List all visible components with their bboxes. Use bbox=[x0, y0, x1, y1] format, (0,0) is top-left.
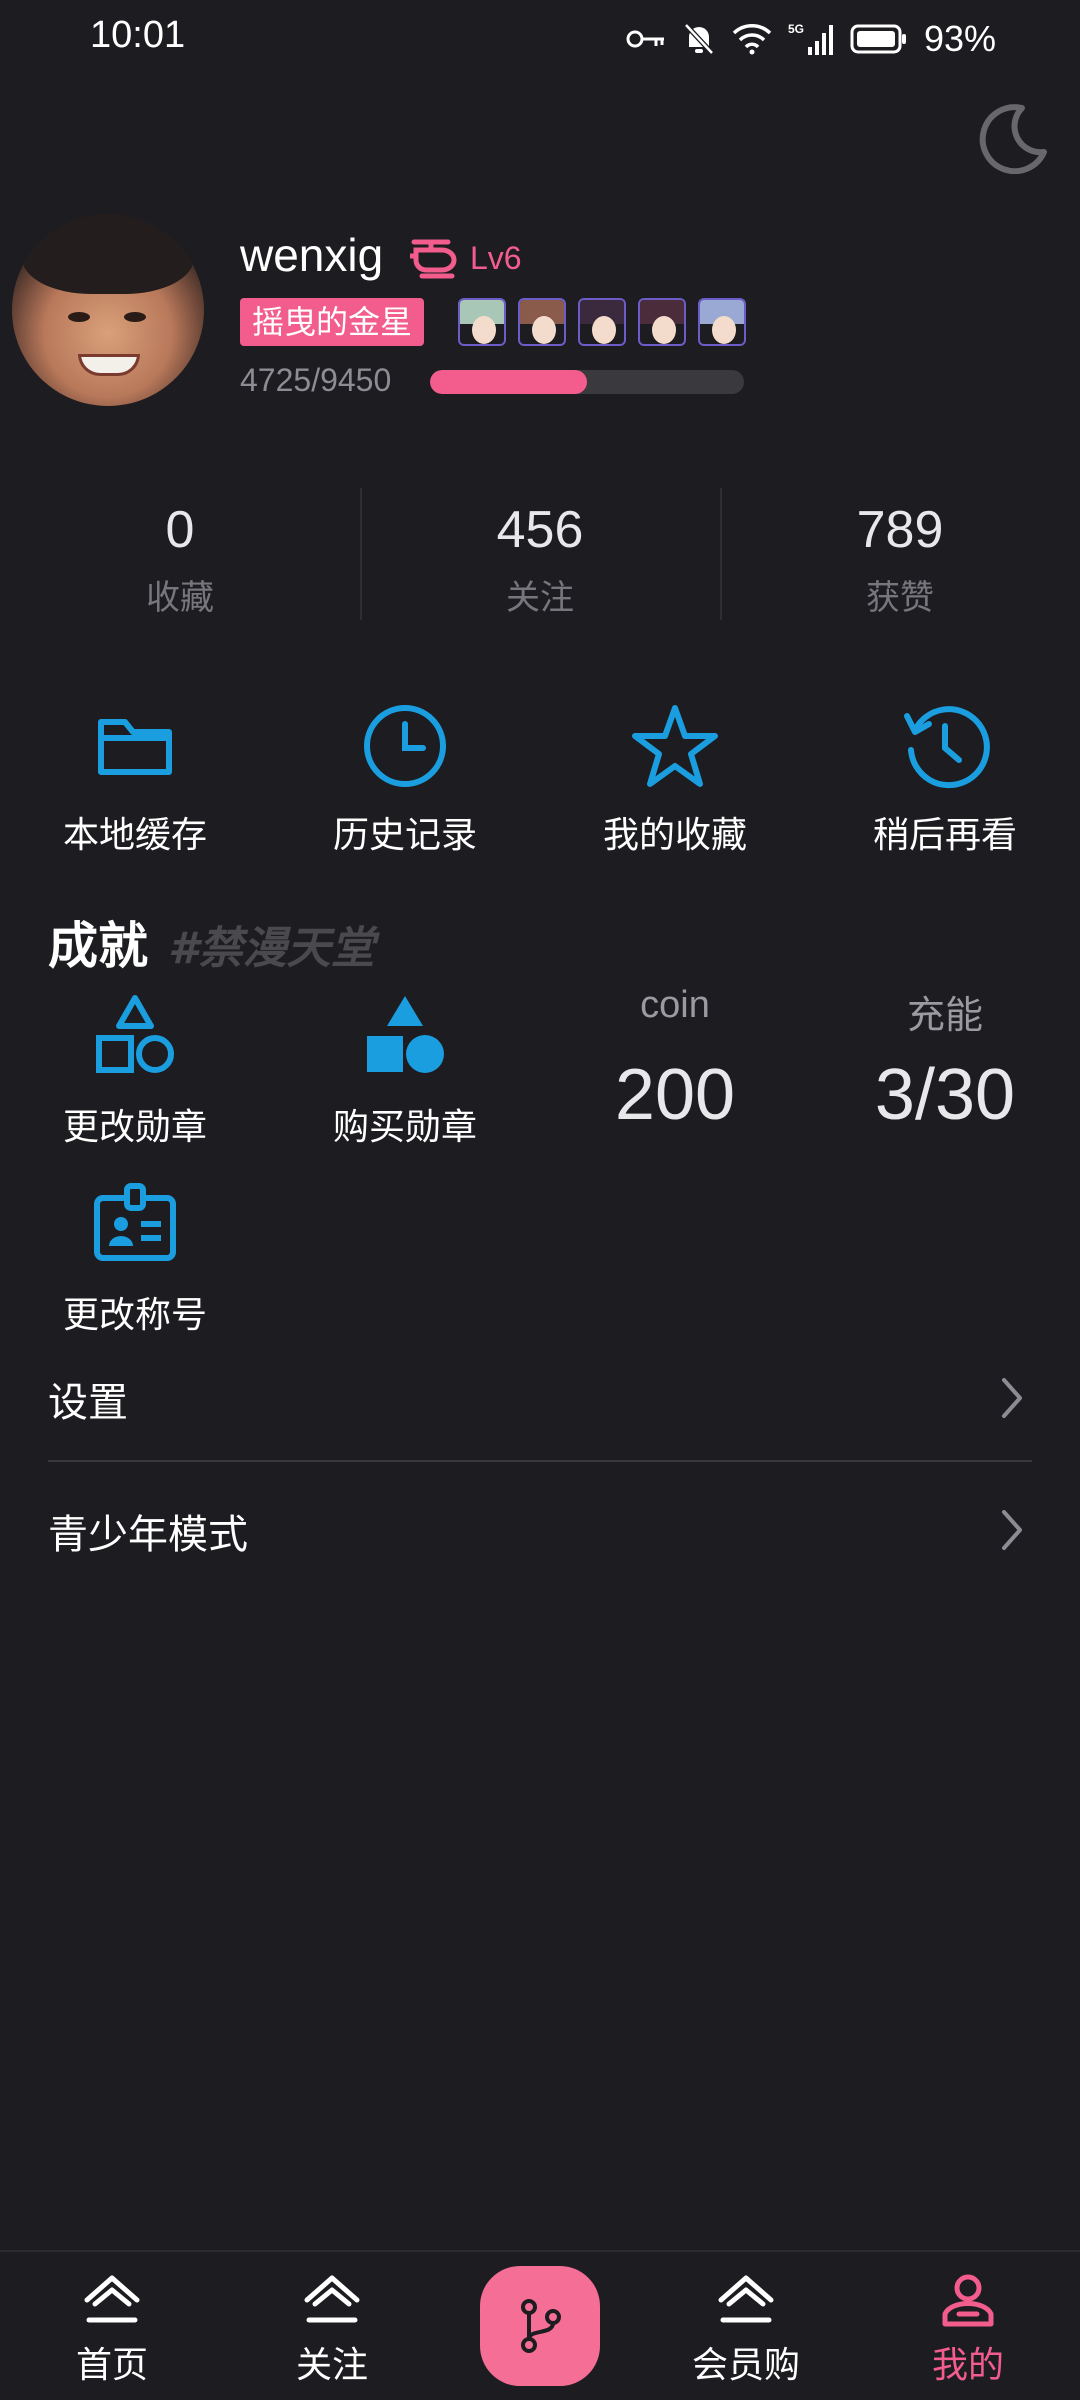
nav-follow[interactable]: 关注 bbox=[232, 2252, 432, 2400]
nav-label: 会员购 bbox=[691, 2345, 800, 2386]
quick-watch-later[interactable]: 稍后再看 bbox=[810, 700, 1080, 858]
status-time: 10:01 bbox=[90, 14, 186, 56]
stat-value: 0 bbox=[165, 501, 195, 559]
quick-label: 历史记录 bbox=[332, 815, 477, 856]
quick-label: 我的收藏 bbox=[602, 815, 747, 856]
exp-progress-fill bbox=[430, 370, 587, 394]
profile-page: 10:01 5G 93% wenxig Lv6 摇曳的金星 4725/9450 … bbox=[0, 0, 1080, 2400]
nav-mine[interactable]: 我的 bbox=[868, 2252, 1068, 2400]
badge-avatar bbox=[638, 298, 686, 346]
nav-label: 关注 bbox=[295, 2345, 368, 2386]
charge-label: 充能 bbox=[906, 995, 983, 1037]
avatar[interactable] bbox=[12, 214, 204, 406]
history-icon bbox=[904, 706, 990, 789]
stat-favorites[interactable]: 0 收藏 bbox=[0, 488, 360, 620]
battery-icon bbox=[850, 24, 906, 54]
badge-avatar bbox=[458, 298, 506, 346]
youth-mode-label: 青少年模式 bbox=[48, 1512, 248, 1558]
quick-local-cache[interactable]: 本地缓存 bbox=[0, 700, 270, 858]
username: wenxig bbox=[240, 229, 384, 281]
settings-label: 设置 bbox=[48, 1380, 128, 1426]
stat-label: 收藏 bbox=[146, 578, 214, 618]
nav-label: 我的 bbox=[931, 2345, 1004, 2386]
charge-value: 3/30 bbox=[874, 1055, 1016, 1135]
wifi-icon bbox=[732, 24, 772, 55]
clock-icon bbox=[364, 705, 446, 787]
chevron-right-icon bbox=[1002, 1510, 1022, 1550]
buy-badge-label: 购买勋章 bbox=[332, 1107, 477, 1148]
key-icon bbox=[626, 30, 664, 48]
settings-row[interactable]: 设置 bbox=[48, 1330, 1032, 1460]
exp-text: 4725/9450 bbox=[240, 362, 392, 398]
star-icon bbox=[632, 705, 718, 787]
nav-label: 首页 bbox=[75, 2345, 148, 2386]
user-icon bbox=[942, 2274, 994, 2327]
quick-label: 本地缓存 bbox=[62, 815, 207, 856]
badge-avatars bbox=[458, 298, 746, 346]
nav-vip-shop[interactable]: 会员购 bbox=[646, 2252, 846, 2400]
stats-row: 0 收藏 456 关注 789 获赞 bbox=[0, 488, 1080, 620]
quick-label: 稍后再看 bbox=[872, 815, 1017, 856]
user-title-badge[interactable]: 摇曳的金星 bbox=[240, 298, 425, 346]
center-action-button[interactable] bbox=[480, 2266, 600, 2386]
folder-icon bbox=[98, 719, 172, 775]
badge-avatar bbox=[578, 298, 626, 346]
quick-actions: 本地缓存 历史记录 我的收藏 稍后再看 bbox=[0, 700, 1080, 858]
achievements-subtitle: #禁漫天堂 bbox=[168, 923, 375, 974]
status-icons: 5G 93% bbox=[626, 18, 996, 60]
stat-value: 456 bbox=[496, 501, 584, 559]
change-title-button[interactable]: 更改称号 bbox=[0, 1180, 270, 1338]
id-card-icon bbox=[94, 1183, 176, 1261]
badge-avatar bbox=[698, 298, 746, 346]
quick-history[interactable]: 历史记录 bbox=[270, 700, 540, 858]
stat-following[interactable]: 456 关注 bbox=[360, 488, 720, 620]
change-badge-label: 更改勋章 bbox=[62, 1107, 207, 1148]
stat-likes[interactable]: 789 获赞 bbox=[720, 488, 1080, 620]
status-bar: 10:01 5G 93% bbox=[0, 0, 1080, 80]
change-badge-button[interactable]: 更改勋章 bbox=[0, 992, 270, 1150]
stat-label: 获赞 bbox=[866, 578, 934, 618]
shapes-outline-icon bbox=[96, 995, 174, 1073]
coin-label: coin bbox=[640, 984, 710, 1026]
signal-5g-icon: 5G bbox=[788, 22, 833, 55]
quick-my-favorites[interactable]: 我的收藏 bbox=[540, 700, 810, 858]
shapes-filled-icon bbox=[367, 996, 444, 1073]
nav-home[interactable]: 首页 bbox=[12, 2252, 212, 2400]
home-icon bbox=[304, 2275, 360, 2323]
buy-badge-button[interactable]: 购买勋章 bbox=[270, 992, 540, 1150]
svg-text:5G: 5G bbox=[788, 22, 804, 36]
bottom-nav: 首页 关注 会员购 我的 bbox=[0, 2250, 1080, 2400]
coin-value: 200 bbox=[614, 1055, 736, 1135]
bell-muted-icon bbox=[684, 23, 714, 55]
stat-label: 关注 bbox=[506, 578, 574, 618]
exp-progress-bar bbox=[430, 370, 744, 394]
badge-avatar bbox=[518, 298, 566, 346]
moon-icon[interactable] bbox=[978, 102, 1050, 174]
helicopter-icon bbox=[410, 239, 457, 279]
achievements-title: 成就 bbox=[48, 917, 148, 975]
home-icon bbox=[718, 2275, 774, 2323]
git-branch-icon bbox=[521, 2299, 561, 2353]
stat-value: 789 bbox=[856, 501, 944, 559]
youth-mode-row[interactable]: 青少年模式 bbox=[48, 1462, 1032, 1592]
chevron-right-icon bbox=[1002, 1378, 1022, 1418]
level-badge: Lv6 bbox=[470, 240, 522, 276]
battery-percent: 93% bbox=[923, 18, 996, 59]
home-icon bbox=[84, 2275, 140, 2323]
